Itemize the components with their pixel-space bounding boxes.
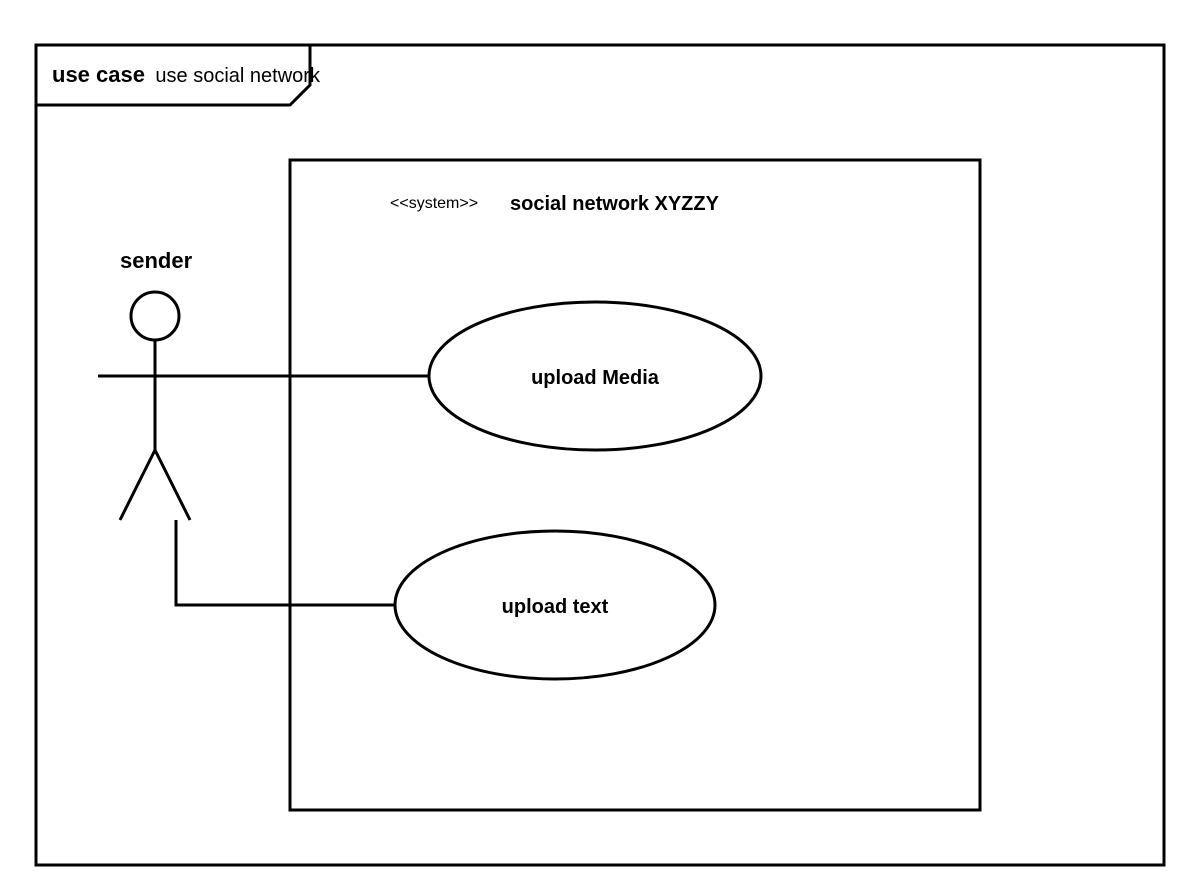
diagram-frame — [36, 45, 1164, 865]
use-case-diagram: use case use social network <<system>> s… — [0, 0, 1199, 895]
usecase-upload-media-label: upload Media — [531, 367, 660, 389]
system-name: social network XYZZY — [510, 193, 720, 215]
actor-label: sender — [120, 248, 193, 273]
system-boundary — [290, 160, 980, 810]
system-stereotype: <<system>> — [390, 195, 478, 212]
assoc-sender-upload-text — [176, 520, 400, 605]
actor-sender — [98, 292, 212, 520]
usecase-upload-text-label: upload text — [502, 596, 609, 618]
frame-title: use case use social network — [52, 62, 321, 87]
